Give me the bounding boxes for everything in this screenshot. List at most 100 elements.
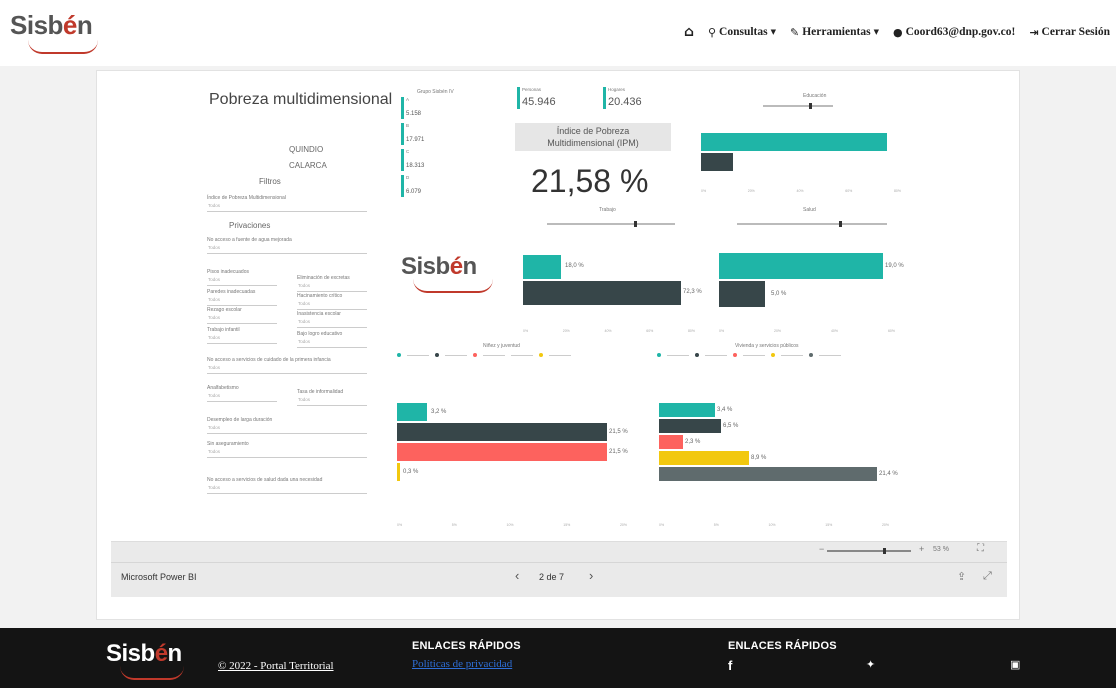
consultas-menu[interactable]: ⚲ Consultas ▼ <box>708 26 776 39</box>
grupo-label: Grupo Sisbén IV <box>417 89 454 95</box>
ipm-label-box: Índice de Pobreza Multidimensional (IPM) <box>515 123 671 151</box>
chart-title-educacion: Educación <box>803 93 827 99</box>
ninez-bar-3 <box>397 443 607 461</box>
privacion-dropdown[interactable]: Todos <box>207 365 367 374</box>
group-letter: C <box>406 149 410 154</box>
group-value: 18.313 <box>406 163 425 169</box>
group-card-c: C 18.313 <box>401 149 481 171</box>
personas-card: Personas 45.946 <box>517 87 597 109</box>
group-card-a: A 5.158 <box>401 97 481 119</box>
privacion-dropdown[interactable]: Todos <box>207 485 367 494</box>
ninez-bar-1 <box>397 403 427 421</box>
group-value: 6.079 <box>406 189 422 195</box>
report-canvas: Pobreza multidimensional QUINDIO CALARCA… <box>111 77 1007 539</box>
vivienda-label-5: 21,4 % <box>879 471 898 477</box>
site-footer: Sisbén © 2022 - Portal Territorial ENLAC… <box>0 628 1116 688</box>
privacion-dropdown[interactable]: Todos <box>207 393 277 402</box>
group-card-d: D 6.079 <box>401 175 481 197</box>
next-page-icon[interactable]: › <box>589 568 593 583</box>
privacion-dropdown[interactable]: Todos <box>297 319 367 328</box>
privaciones-label: Privaciones <box>229 221 271 230</box>
ninez-label-4: 0,3 % <box>403 469 419 475</box>
zoom-slider[interactable] <box>827 548 911 554</box>
logout-link[interactable]: ⇥ Cerrar Sesión <box>1029 26 1110 39</box>
ninez-legend <box>397 353 571 357</box>
home-link[interactable]: ⌂ <box>684 24 694 40</box>
educacion-axis: 0% 20% 40% 60% 80% <box>701 189 901 193</box>
vivienda-bar-2 <box>659 419 721 433</box>
hogares-card: Hogares 20.436 <box>603 87 683 109</box>
ninez-label-2: 21,5 % <box>609 429 628 435</box>
group-card-b: B 17.971 <box>401 123 481 145</box>
privacion-label: Bajo logro educativo <box>297 331 343 337</box>
privacion-label: Sin aseguramiento <box>207 441 249 447</box>
vivienda-bar-5 <box>659 467 877 481</box>
privacion-dropdown[interactable]: Todos <box>297 283 367 292</box>
zoom-level: 53 % <box>933 546 949 553</box>
sisben-logo[interactable]: Sisbén <box>10 10 98 54</box>
herramientas-label: Herramientas <box>802 26 871 38</box>
salud-bar-2 <box>719 281 765 307</box>
prev-page-icon[interactable]: ‹ <box>515 568 519 583</box>
consultas-label: Consultas <box>719 26 768 38</box>
ninez-label-1: 3,2 % <box>431 409 447 415</box>
privacion-dropdown[interactable]: Todos <box>207 315 277 324</box>
salud-label-1: 19,0 % <box>885 263 904 269</box>
copyright-link[interactable]: © 2022 - Portal Territorial <box>218 660 334 672</box>
chart-title-trabajo: Trabajo <box>599 207 616 213</box>
privacion-dropdown[interactable]: Todos <box>207 449 367 458</box>
group-letter: A <box>406 97 410 102</box>
salud-slicer[interactable] <box>737 221 887 227</box>
zoom-plus-icon[interactable]: + <box>919 544 924 554</box>
zoom-minus-icon[interactable]: − <box>819 544 824 554</box>
privacion-dropdown[interactable]: Todos <box>207 425 367 434</box>
herramientas-menu[interactable]: ✎ Herramientas ▼ <box>790 26 879 39</box>
footer-heading-2: ENLACES RÁPIDOS <box>728 640 837 652</box>
powerbi-embed: Pobreza multidimensional QUINDIO CALARCA… <box>96 70 1020 620</box>
privacion-dropdown[interactable]: Todos <box>207 245 367 254</box>
user-menu[interactable]: ● Coord63@dnp.gov.co! <box>893 26 1015 39</box>
personas-label: Personas <box>522 87 542 92</box>
salud-axis: 0% 20% 40% 60% <box>719 329 895 333</box>
privacion-label: Pisos inadecuados <box>207 269 249 275</box>
fit-page-icon[interactable]: ⛶ <box>977 543 984 554</box>
logo-swoosh <box>28 40 98 54</box>
privacion-label: No acceso a servicios de cuidado de la p… <box>207 357 331 363</box>
ninez-label-3: 21,5 % <box>609 449 628 455</box>
instagram-icon[interactable]: ▣ <box>1010 658 1020 671</box>
filtro-ipm-label: Índice de Pobreza Multidimensional <box>207 195 286 201</box>
filtro-ipm-dropdown[interactable]: Todos <box>207 203 367 212</box>
powerbi-toolbar: − + 53 % ⛶ Microsoft Power BI ‹ 2 de 7 ›… <box>111 541 1007 597</box>
chart-title-vivienda: Vivienda y servicios públicos <box>735 343 799 349</box>
privacion-dropdown[interactable]: Todos <box>297 397 367 406</box>
educacion-bar-2 <box>701 153 733 171</box>
share-icon[interactable]: ⇪ <box>957 570 966 583</box>
ninez-bar-2 <box>397 423 607 441</box>
trabajo-slicer[interactable] <box>547 221 675 227</box>
privacion-dropdown[interactable]: Todos <box>297 301 367 310</box>
educacion-slicer[interactable] <box>763 103 833 109</box>
ninez-bar-4 <box>397 463 400 481</box>
privacion-dropdown[interactable]: Todos <box>207 335 277 344</box>
privacion-dropdown[interactable]: Todos <box>207 297 277 306</box>
privacy-link[interactable]: Políticas de privacidad <box>412 658 512 670</box>
powerbi-brand-link[interactable]: Microsoft Power BI <box>121 572 197 582</box>
ninez-axis: 0% 5% 10% 15% 20% <box>397 523 627 527</box>
user-label: Coord63@dnp.gov.co! <box>905 26 1016 38</box>
home-icon: ⌂ <box>683 24 694 40</box>
twitter-icon[interactable]: ✦ <box>866 658 875 671</box>
privacion-dropdown[interactable]: Todos <box>297 339 367 348</box>
sign-out-icon: ⇥ <box>1029 25 1039 39</box>
fullscreen-icon[interactable]: ⤢ <box>983 570 992 583</box>
footer-sisben-logo[interactable]: Sisbén <box>106 640 184 680</box>
top-bar: Sisbén ⌂ ⚲ Consultas ▼ ✎ Herramientas ▼ ● Coo… <box>0 0 1116 66</box>
educacion-bar-1 <box>701 133 887 151</box>
facebook-icon[interactable]: f <box>728 658 732 673</box>
vivienda-bar-4 <box>659 451 749 465</box>
vivienda-label-1: 3,4 % <box>717 407 733 413</box>
trabajo-label-2: 72,3 % <box>683 289 702 295</box>
privacion-dropdown[interactable]: Todos <box>207 277 277 286</box>
privacion-label: Hacinamiento crítico <box>297 293 343 299</box>
hogares-value: 20.436 <box>608 96 642 108</box>
report-sisben-logo: Sisbén <box>401 253 493 293</box>
